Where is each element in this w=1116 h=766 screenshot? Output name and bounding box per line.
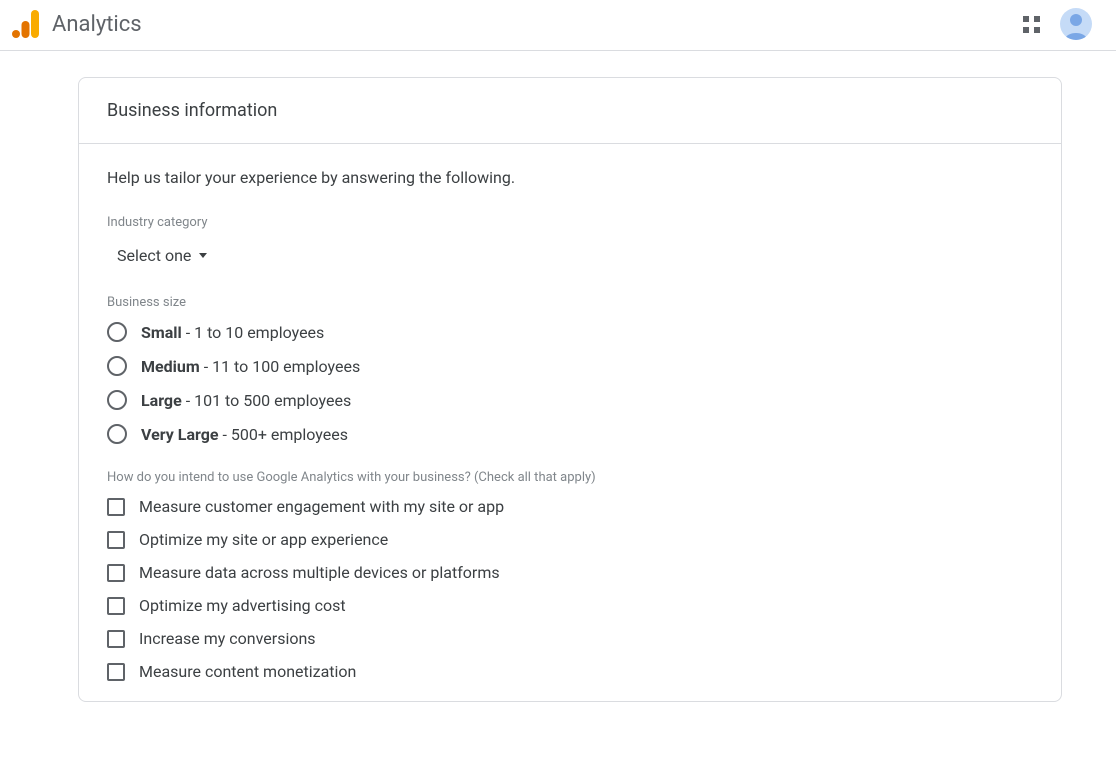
- checkbox-icon: [107, 663, 125, 681]
- checkbox-icon: [107, 630, 125, 648]
- intent-option-label: Measure content monetization: [139, 662, 356, 681]
- intent-option-monetization[interactable]: Measure content monetization: [107, 662, 1033, 681]
- intent-option-conversions[interactable]: Increase my conversions: [107, 629, 1033, 648]
- industry-select[interactable]: Select one: [111, 242, 213, 269]
- intent-option-optimize-ad-cost[interactable]: Optimize my advertising cost: [107, 596, 1033, 615]
- header-right: [1023, 8, 1100, 40]
- size-option-rest: - 1 to 10 employees: [182, 323, 325, 342]
- size-option-medium[interactable]: Medium - 11 to 100 employees: [107, 356, 1033, 376]
- size-option-rest: - 500+ employees: [219, 425, 348, 444]
- size-section: Business size Small - 1 to 10 employees …: [107, 295, 1033, 444]
- industry-select-text: Select one: [117, 246, 191, 265]
- intent-option-label: Optimize my site or app experience: [139, 530, 388, 549]
- radio-icon: [107, 424, 127, 444]
- panel-header: Business information: [79, 78, 1061, 144]
- intent-option-cross-device[interactable]: Measure data across multiple devices or …: [107, 563, 1033, 582]
- business-info-panel: Business information Help us tailor your…: [78, 77, 1062, 702]
- panel-title: Business information: [107, 100, 1033, 121]
- intent-option-label: Increase my conversions: [139, 629, 316, 648]
- size-option-small[interactable]: Small - 1 to 10 employees: [107, 322, 1033, 342]
- chevron-down-icon: [199, 253, 207, 258]
- intent-option-label: Optimize my advertising cost: [139, 596, 346, 615]
- app-title: Analytics: [52, 12, 142, 37]
- size-radio-list: Small - 1 to 10 employees Medium - 11 to…: [107, 322, 1033, 444]
- avatar[interactable]: [1060, 8, 1092, 40]
- size-option-large[interactable]: Large - 101 to 500 employees: [107, 390, 1033, 410]
- header-left: Analytics: [12, 8, 142, 40]
- industry-label: Industry category: [107, 215, 1033, 230]
- app-header: Analytics: [0, 0, 1116, 51]
- intent-label: How do you intend to use Google Analytic…: [107, 470, 1033, 485]
- checkbox-icon: [107, 564, 125, 582]
- checkbox-icon: [107, 498, 125, 516]
- analytics-logo-icon: [12, 8, 40, 40]
- size-option-bold: Medium: [141, 357, 200, 376]
- panel-body: Help us tailor your experience by answer…: [79, 144, 1061, 701]
- size-label: Business size: [107, 295, 1033, 310]
- intent-option-label: Measure customer engagement with my site…: [139, 497, 504, 516]
- apps-grid-icon[interactable]: [1023, 16, 1040, 33]
- intent-option-optimize-experience[interactable]: Optimize my site or app experience: [107, 530, 1033, 549]
- checkbox-icon: [107, 597, 125, 615]
- intent-option-label: Measure data across multiple devices or …: [139, 563, 500, 582]
- radio-icon: [107, 356, 127, 376]
- industry-section: Industry category Select one: [107, 215, 1033, 269]
- checkbox-icon: [107, 531, 125, 549]
- size-option-bold: Small: [141, 323, 182, 342]
- intent-option-engagement[interactable]: Measure customer engagement with my site…: [107, 497, 1033, 516]
- size-option-bold: Very Large: [141, 425, 219, 444]
- intent-section: How do you intend to use Google Analytic…: [107, 470, 1033, 681]
- size-option-bold: Large: [141, 391, 182, 410]
- size-option-rest: - 101 to 500 employees: [182, 391, 352, 410]
- radio-icon: [107, 322, 127, 342]
- radio-icon: [107, 390, 127, 410]
- intent-check-list: Measure customer engagement with my site…: [107, 497, 1033, 681]
- panel-intro: Help us tailor your experience by answer…: [107, 168, 1033, 187]
- size-option-rest: - 11 to 100 employees: [200, 357, 361, 376]
- size-option-very-large[interactable]: Very Large - 500+ employees: [107, 424, 1033, 444]
